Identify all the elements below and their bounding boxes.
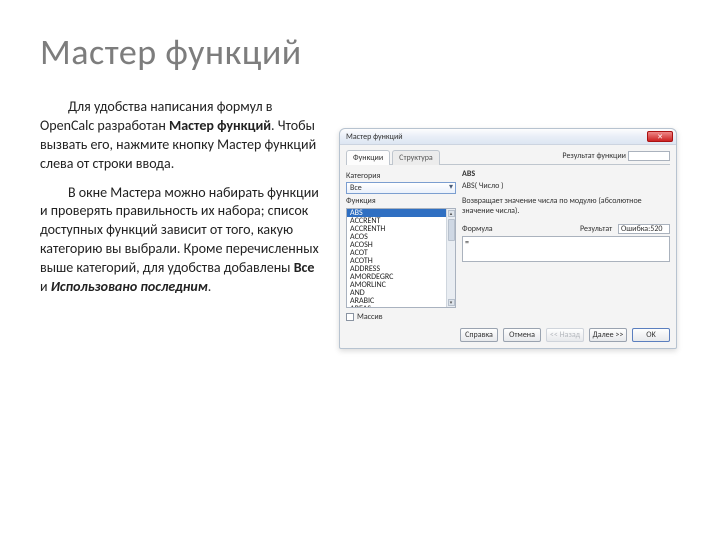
array-label: Массив [357, 312, 383, 322]
slide-title: Мастер функций [40, 30, 680, 74]
result-box: Ошибка:520 [618, 224, 670, 234]
cancel-button[interactable]: Отмена [503, 328, 541, 342]
text-italic: Использовано последним [51, 278, 208, 295]
result-function-group: Результат функции [562, 151, 670, 161]
text-run: . [208, 278, 212, 295]
function-list[interactable]: ABS ACCRENT ACCRENTH ACOS ACOSH ACOT ACO… [346, 208, 456, 308]
back-button: << Назад [546, 328, 584, 342]
tab-functions[interactable]: Функции [346, 150, 390, 165]
formula-label: Формула [462, 224, 496, 234]
list-item[interactable]: AREAS [347, 305, 455, 308]
next-button[interactable]: Далее >> [589, 328, 627, 342]
result-function-label: Результат функции [562, 151, 626, 161]
result-label: Результат [580, 224, 614, 234]
paragraph-2: В окне Мастера можно набирать функции и … [40, 184, 320, 297]
paragraph-1: Для удобства написания формул в OpenCalc… [40, 98, 320, 174]
text-bold: Все [294, 259, 315, 276]
function-signature: ABS( Число ) [462, 181, 670, 191]
ok-button[interactable]: OK [632, 328, 670, 342]
result-function-box [628, 151, 670, 161]
function-label: Функция [346, 196, 456, 206]
function-name: ABS [462, 169, 670, 179]
scroll-down-icon[interactable]: ▾ [448, 299, 455, 306]
text-bold: Мастер функций [169, 117, 271, 134]
text-run: и [40, 278, 51, 295]
close-icon[interactable]: ✕ [647, 131, 673, 142]
text-run: В окне Мастера можно набирать функции и … [40, 184, 319, 277]
array-checkbox[interactable]: Массив [346, 312, 670, 322]
function-description: Возвращает значение числа по модулю (абс… [462, 197, 670, 216]
category-label: Категория [346, 171, 456, 181]
checkbox-icon[interactable] [346, 313, 354, 321]
tab-structure[interactable]: Структура [392, 150, 440, 165]
dialog-window: Мастер функций ✕ Функции Структура Резул… [339, 128, 677, 349]
dialog-titlebar[interactable]: Мастер функций ✕ [340, 129, 676, 145]
scroll-up-icon[interactable]: ▴ [448, 210, 455, 217]
scrollbar[interactable]: ▴ ▾ [446, 209, 455, 307]
dialog-title: Мастер функций [346, 132, 403, 142]
help-button[interactable]: Справка [460, 328, 498, 342]
scroll-thumb[interactable] [448, 219, 455, 241]
body-text: Для удобства написания формул в OpenCalc… [40, 98, 320, 307]
formula-input[interactable]: = [462, 236, 670, 262]
category-combo[interactable]: Все [346, 182, 456, 194]
